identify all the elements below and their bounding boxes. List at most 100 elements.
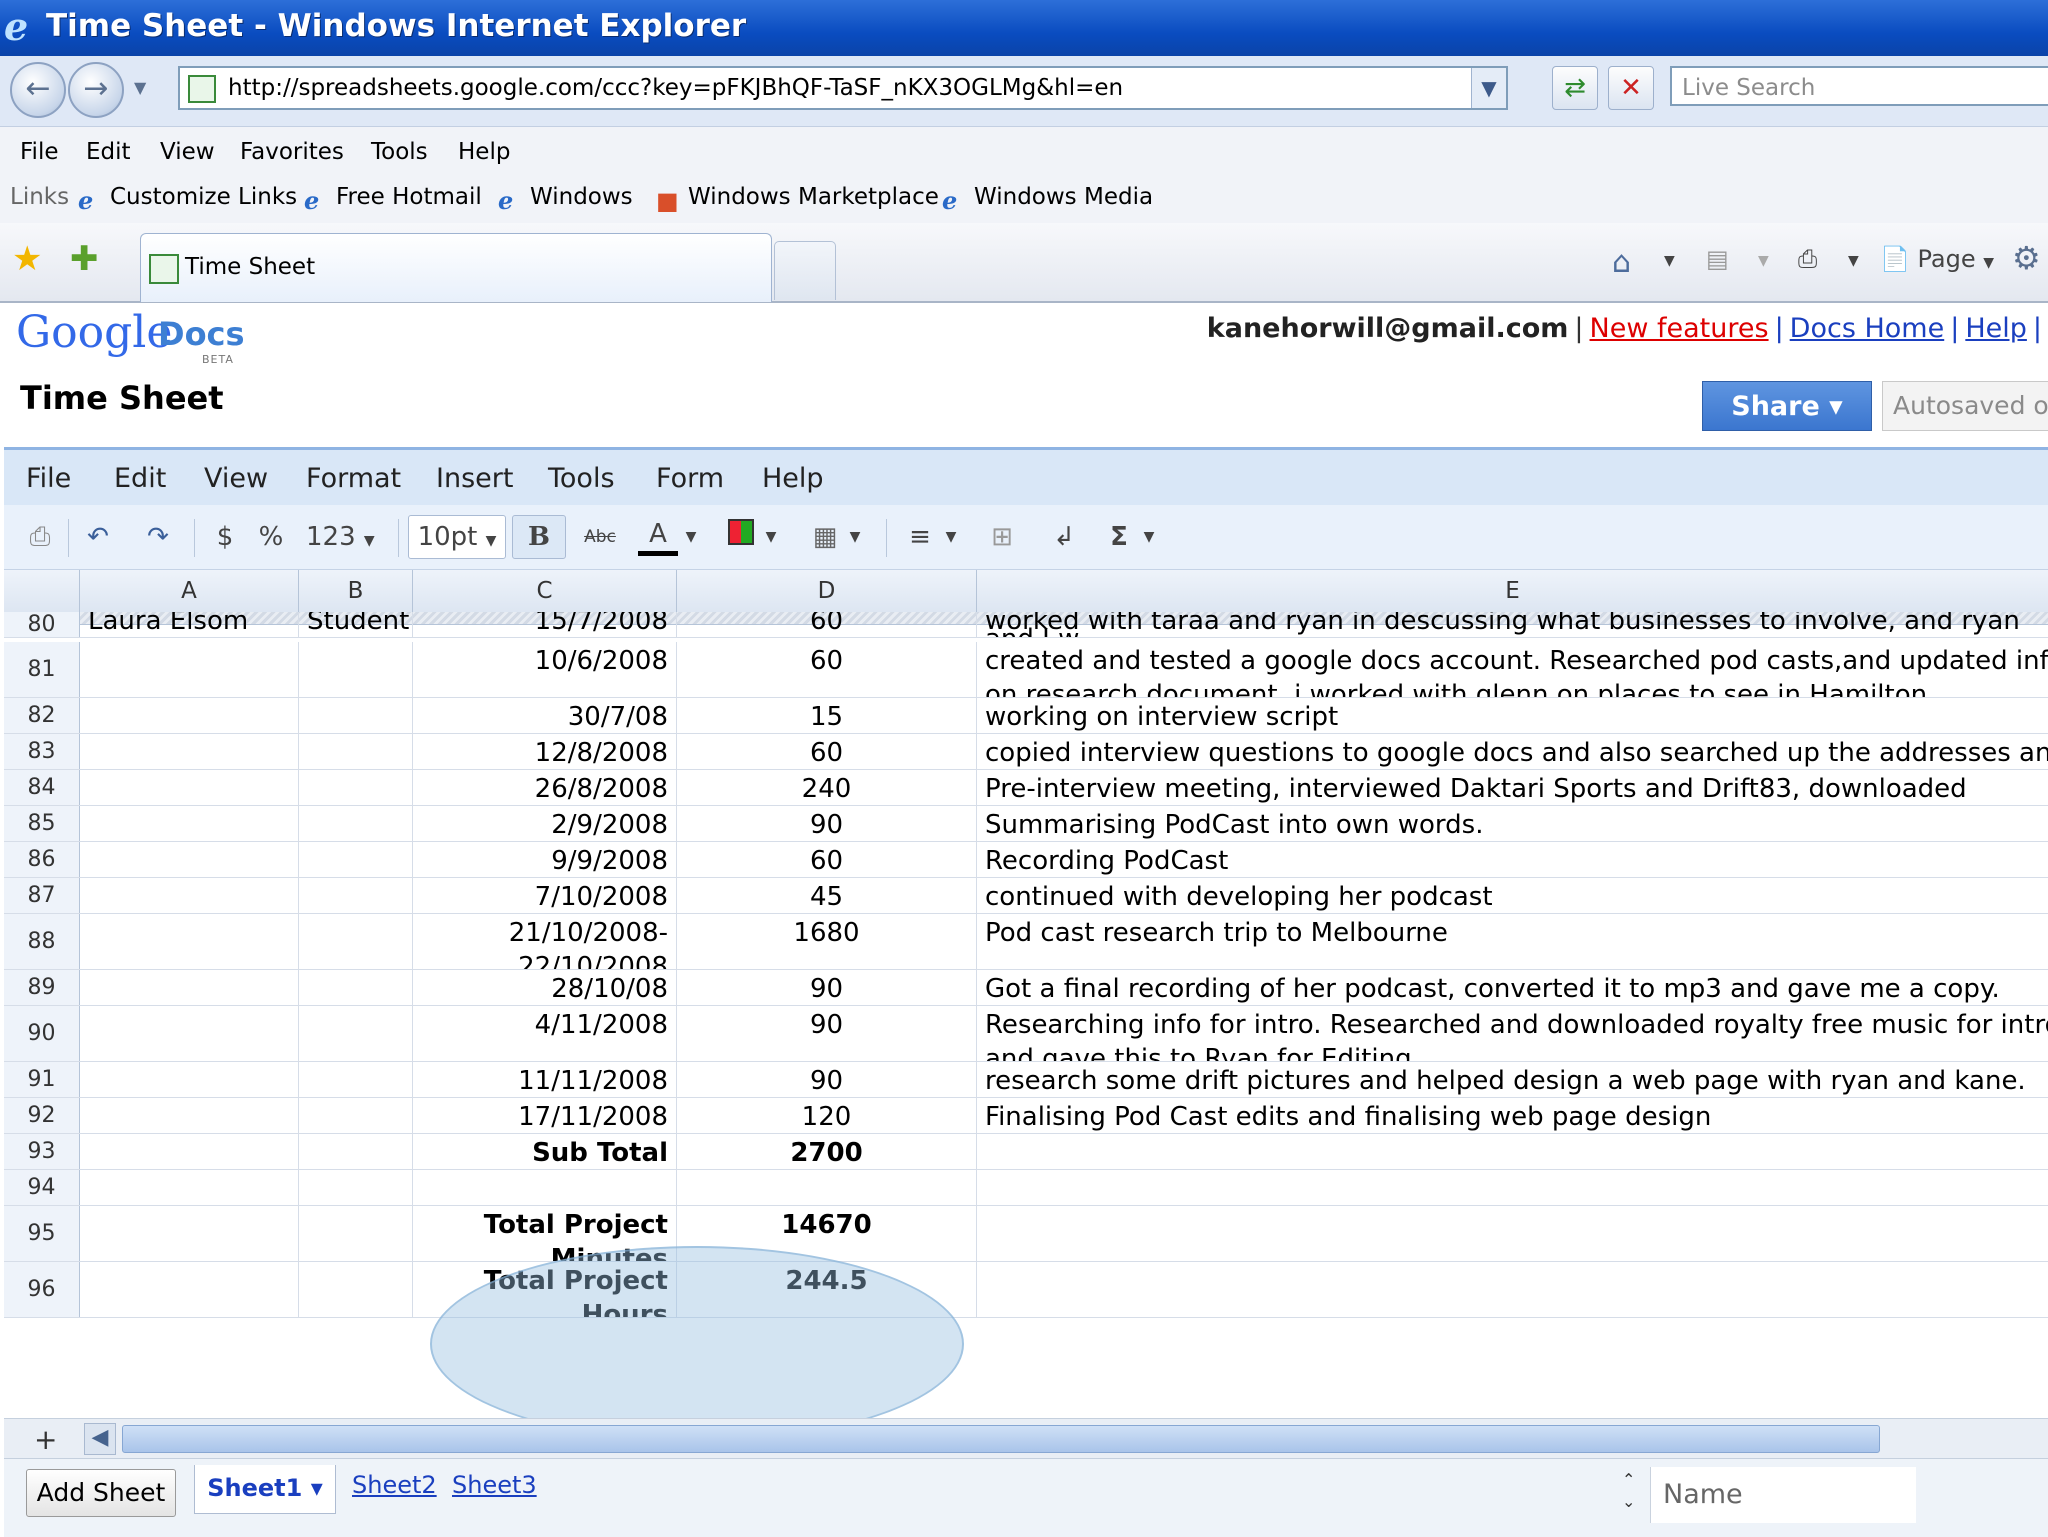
- cell-c[interactable]: 11/11/2008: [413, 1062, 677, 1097]
- link-windows-marketplace[interactable]: ■ Windows Marketplace: [656, 184, 939, 214]
- live-search-input[interactable]: Live Search: [1670, 66, 2048, 106]
- row-number[interactable]: 88: [4, 914, 80, 969]
- scroll-thumb[interactable]: [122, 1425, 1880, 1453]
- borders-dropdown-icon[interactable]: ▼: [846, 517, 864, 557]
- cell-a[interactable]: [80, 770, 299, 805]
- cell-a[interactable]: [80, 914, 299, 969]
- cell-b[interactable]: [299, 970, 413, 1005]
- cell-d[interactable]: 90: [677, 1006, 977, 1061]
- fill-color-icon[interactable]: [726, 517, 756, 557]
- ie-menu-edit[interactable]: Edit: [86, 139, 131, 165]
- fill-color-dropdown-icon[interactable]: ▼: [762, 517, 780, 557]
- merge-cells-icon[interactable]: ⊞: [984, 517, 1020, 557]
- cell-d[interactable]: 240: [677, 770, 977, 805]
- docs-menu-file[interactable]: File: [26, 463, 71, 494]
- cell-c[interactable]: 9/9/2008: [413, 842, 677, 877]
- print-dropdown-icon[interactable]: ▼: [1848, 253, 1859, 269]
- home-dropdown-icon[interactable]: ▼: [1664, 253, 1675, 269]
- home-icon[interactable]: ⌂: [1612, 245, 1631, 280]
- cell-b[interactable]: [299, 1098, 413, 1133]
- scroll-left-icon[interactable]: ◀: [84, 1423, 116, 1455]
- cell-d[interactable]: 60: [677, 842, 977, 877]
- cell-d[interactable]: 60: [677, 642, 977, 697]
- resize-handle-icon[interactable]: ⌃ ⌄: [1622, 1469, 1635, 1513]
- cell-a[interactable]: [80, 734, 299, 769]
- feeds-dropdown-icon[interactable]: ▼: [1758, 253, 1769, 269]
- google-logo[interactable]: Google: [16, 307, 172, 358]
- cell-c[interactable]: Total Project Minutes: [413, 1206, 677, 1261]
- cell-c[interactable]: Sub Total: [413, 1134, 677, 1169]
- column-header-e[interactable]: E: [977, 570, 2048, 612]
- cell-b[interactable]: [299, 878, 413, 913]
- align-icon[interactable]: ≡: [902, 517, 938, 557]
- sheet-tab-sheet1[interactable]: Sheet1 ▾: [194, 1465, 336, 1514]
- ie-menu-help[interactable]: Help: [458, 139, 510, 165]
- cell-e[interactable]: Recording PodCast: [977, 842, 2048, 877]
- forward-button[interactable]: →: [68, 62, 124, 118]
- ie-menu-favorites[interactable]: Favorites: [240, 139, 344, 165]
- cell-a[interactable]: Laura Elsom: [80, 612, 299, 637]
- font-size-dropdown[interactable]: 10pt ▼: [408, 515, 506, 559]
- number-format-dropdown[interactable]: 123 ▼: [306, 517, 386, 561]
- cell-a[interactable]: [80, 1006, 299, 1061]
- sum-dropdown-icon[interactable]: ▼: [1140, 517, 1158, 557]
- wrap-text-icon[interactable]: ↲: [1044, 517, 1084, 557]
- docs-menu-format[interactable]: Format: [306, 463, 401, 494]
- redo-icon[interactable]: ↷: [140, 517, 176, 557]
- row-number[interactable]: 87: [4, 878, 80, 913]
- cell-c[interactable]: 10/6/2008: [413, 642, 677, 697]
- cell-d[interactable]: 60: [677, 612, 977, 637]
- cell-b[interactable]: [299, 842, 413, 877]
- cell-c[interactable]: 21/10/2008-22/10/2008: [413, 914, 677, 969]
- cell-e[interactable]: Summarising PodCast into own words.: [977, 806, 2048, 841]
- cell-b[interactable]: [299, 1134, 413, 1169]
- cell-b[interactable]: [299, 642, 413, 697]
- row-number[interactable]: 96: [4, 1262, 80, 1317]
- docs-menu-insert[interactable]: Insert: [436, 463, 513, 494]
- cell-e[interactable]: copied interview questions to google doc…: [977, 734, 2048, 769]
- cell-d[interactable]: 45: [677, 878, 977, 913]
- cell-e[interactable]: Pod cast research trip to Melbourne: [977, 914, 2048, 969]
- row-number[interactable]: 82: [4, 698, 80, 733]
- cell-c[interactable]: 26/8/2008: [413, 770, 677, 805]
- cell-b[interactable]: [299, 914, 413, 969]
- cell-d[interactable]: [677, 1170, 977, 1205]
- cell-d[interactable]: 120: [677, 1098, 977, 1133]
- column-header-b[interactable]: B: [299, 570, 413, 612]
- cell-e[interactable]: research some drift pictures and helped …: [977, 1062, 2048, 1097]
- cell-a[interactable]: [80, 1206, 299, 1261]
- link-customize-links[interactable]: e Customize Links: [78, 184, 297, 214]
- percent-format-button[interactable]: %: [254, 517, 288, 557]
- window-title-bar[interactable]: e Time Sheet - Windows Internet Explorer: [0, 0, 2048, 56]
- cell-a[interactable]: [80, 642, 299, 697]
- stop-button[interactable]: ✕: [1608, 66, 1654, 110]
- cell-e[interactable]: Got a final recording of her podcast, co…: [977, 970, 2048, 1005]
- spreadsheet-grid[interactable]: A B C D E 80 Laura Elsom Student 15/7/2008 6…: [4, 570, 2048, 1418]
- cell-d[interactable]: 90: [677, 1062, 977, 1097]
- cell-e[interactable]: worked with taraa and ryan in descussing…: [977, 612, 2048, 637]
- cell-a[interactable]: [80, 1134, 299, 1169]
- cell-c[interactable]: 15/7/2008: [413, 612, 677, 637]
- row-number[interactable]: 91: [4, 1062, 80, 1097]
- cell-c[interactable]: 2/9/2008: [413, 806, 677, 841]
- cell-a[interactable]: [80, 1262, 299, 1317]
- currency-format-button[interactable]: $: [210, 517, 240, 557]
- docs-menu-tools[interactable]: Tools: [548, 463, 615, 494]
- cell-c[interactable]: 17/11/2008: [413, 1098, 677, 1133]
- cell-c[interactable]: 7/10/2008: [413, 878, 677, 913]
- ie-menu-file[interactable]: File: [20, 139, 59, 165]
- column-header-a[interactable]: A: [80, 570, 299, 612]
- document-title[interactable]: Time Sheet: [20, 379, 224, 417]
- cell-b[interactable]: [299, 806, 413, 841]
- bold-button[interactable]: B: [512, 515, 566, 559]
- cell-d[interactable]: 15: [677, 698, 977, 733]
- sheet-tab-sheet3[interactable]: Sheet3: [452, 1471, 537, 1499]
- recent-pages-dropdown-icon[interactable]: ▼: [134, 78, 146, 97]
- cell-e[interactable]: [977, 1134, 2048, 1169]
- print-icon[interactable]: ⎙: [1798, 245, 1817, 273]
- cell-b[interactable]: [299, 698, 413, 733]
- row-number[interactable]: 93: [4, 1134, 80, 1169]
- select-all-corner[interactable]: [4, 570, 80, 612]
- cell-d[interactable]: 1680: [677, 914, 977, 969]
- sheet-tab-sheet2[interactable]: Sheet2: [352, 1471, 437, 1499]
